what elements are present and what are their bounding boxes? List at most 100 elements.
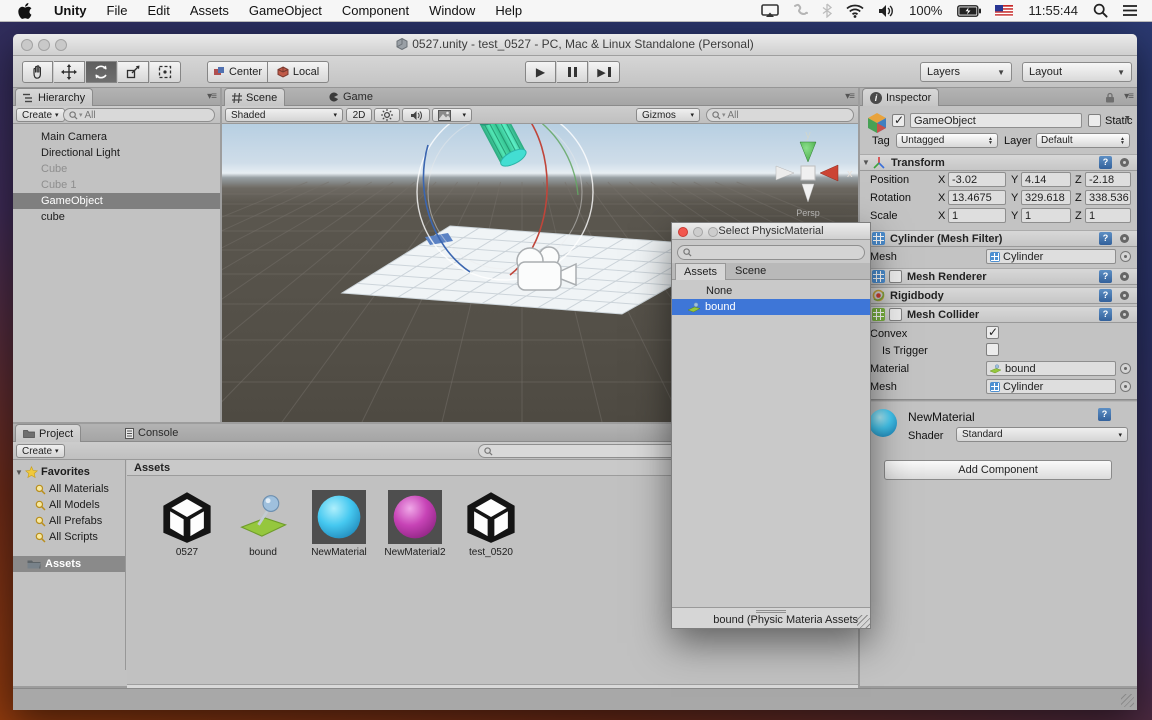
pivot-local-button[interactable]: Local [268, 61, 329, 83]
scale-x-field[interactable]: 1 [948, 208, 1006, 223]
menu-component[interactable]: Component [332, 0, 419, 22]
shader-dropdown[interactable]: Standard ▾ [956, 427, 1128, 442]
add-component-button[interactable]: Add Component [884, 460, 1112, 480]
rigidbody-component-header[interactable]: ▶ Rigidbody ? [860, 287, 1137, 304]
layout-dropdown[interactable]: Layout ▼ [1022, 62, 1132, 82]
mesh-filter-mesh-field[interactable]: Cylinder [986, 249, 1116, 264]
static-checkbox[interactable] [1088, 114, 1101, 127]
scene-panel-menu-icon[interactable]: ▾≡ [845, 91, 855, 102]
position-z-field[interactable]: -2.18 [1085, 172, 1131, 187]
popup-search-input[interactable] [677, 245, 865, 260]
static-dropdown-icon[interactable]: ▼ [1124, 115, 1131, 122]
popup-item-bound[interactable]: bound [672, 299, 870, 315]
asset-bound[interactable]: bound [227, 490, 299, 558]
gear-icon[interactable] [1118, 156, 1131, 169]
menu-window[interactable]: Window [419, 0, 485, 22]
scale-tool-button[interactable] [118, 61, 149, 83]
lock-icon[interactable] [1105, 92, 1115, 103]
is-trigger-checkbox[interactable] [986, 343, 999, 356]
toggle-2d-button[interactable]: 2D [346, 108, 372, 122]
play-button[interactable]: ▶ [525, 61, 556, 83]
scale-z-field[interactable]: 1 [1085, 208, 1131, 223]
mesh-collider-component-header[interactable]: ▼ Mesh Collider ? [860, 306, 1137, 323]
rotation-y-field[interactable]: 329.618 [1021, 190, 1071, 205]
mesh-picker-button[interactable] [1120, 251, 1131, 262]
rotate-tool-button[interactable] [86, 61, 117, 83]
drag-handle[interactable] [756, 612, 786, 613]
popup-close-button[interactable] [678, 227, 688, 237]
favorite-all-scripts[interactable]: All Scripts [13, 529, 125, 545]
hierarchy-item-main-camera[interactable]: Main Camera [13, 129, 220, 145]
step-button[interactable]: ▶ [589, 61, 620, 83]
window-title-bar[interactable]: 0527.unity - test_0527 - PC, Mac & Linux… [13, 34, 1137, 56]
scene-audio-button[interactable] [402, 108, 430, 122]
gameobject-name-field[interactable]: GameObject [910, 113, 1082, 128]
popup-tab-scene[interactable]: Scene [727, 263, 774, 280]
scene-effects-dropdown[interactable]: ▾ [432, 108, 472, 122]
foldout-icon[interactable]: ▼ [13, 468, 25, 477]
material-picker-button[interactable] [1120, 363, 1131, 374]
rect-tool-button[interactable] [150, 61, 181, 83]
favorite-all-materials[interactable]: All Materials [13, 481, 125, 497]
tag-dropdown[interactable]: Untagged ▲ ▼ [896, 133, 998, 148]
hierarchy-item-cube-lower[interactable]: cube [13, 209, 220, 225]
tab-game[interactable]: Game [322, 88, 380, 106]
asset-0527[interactable]: 0527 [151, 490, 223, 558]
tab-project[interactable]: Project [15, 424, 82, 442]
inspector-menu-icon[interactable]: ▾≡ [1124, 91, 1134, 102]
project-create-button[interactable]: Create ▾ [16, 444, 65, 458]
help-icon[interactable]: ? [1099, 289, 1112, 302]
popup-zoom-button[interactable] [708, 227, 718, 237]
menu-gameobject[interactable]: GameObject [239, 0, 332, 22]
convex-checkbox[interactable] [986, 325, 999, 339]
popup-item-none[interactable]: None [672, 283, 870, 299]
tab-console[interactable]: Console [118, 424, 185, 442]
pause-button[interactable] [557, 61, 588, 83]
tab-hierarchy[interactable]: Hierarchy [15, 88, 94, 106]
menu-app-name[interactable]: Unity [44, 0, 97, 22]
hierarchy-item-directional-light[interactable]: Directional Light [13, 145, 220, 161]
gear-icon[interactable] [1118, 232, 1131, 245]
project-search-input[interactable] [478, 444, 678, 458]
collider-mesh-field[interactable]: Cylinder [986, 379, 1116, 394]
menu-help[interactable]: Help [485, 0, 532, 22]
mesh-renderer-component-header[interactable]: ▶ Mesh Renderer ? [860, 268, 1137, 285]
shading-mode-dropdown[interactable]: Shaded ▾ [225, 108, 343, 122]
layers-dropdown[interactable]: Layers ▼ [920, 62, 1012, 82]
position-y-field[interactable]: 4.14 [1021, 172, 1071, 187]
notification-center-icon[interactable] [1122, 4, 1138, 17]
collider-mesh-picker-button[interactable] [1120, 381, 1131, 392]
assets-root-folder[interactable]: Assets [13, 556, 125, 572]
help-icon[interactable]: ? [1099, 308, 1112, 321]
tab-inspector[interactable]: i Inspector [862, 88, 940, 106]
favorite-all-prefabs[interactable]: All Prefabs [13, 513, 125, 529]
menu-assets[interactable]: Assets [180, 0, 239, 22]
material-sphere-preview[interactable] [868, 408, 898, 438]
rotation-x-field[interactable]: 13.4675 [948, 190, 1006, 205]
gear-icon[interactable] [1118, 289, 1131, 302]
popup-tab-assets[interactable]: Assets [675, 263, 727, 280]
menu-clock[interactable]: 11:55:44 [1028, 3, 1078, 18]
hierarchy-item-gameobject[interactable]: GameObject [13, 193, 220, 209]
volume-icon[interactable] [878, 4, 894, 18]
transform-component-header[interactable]: ▼ Transform ? [860, 154, 1137, 171]
help-icon[interactable]: ? [1099, 270, 1112, 283]
foldout-icon[interactable]: ▼ [860, 158, 872, 167]
hierarchy-search-input[interactable]: ▾ All [63, 108, 215, 122]
hierarchy-create-button[interactable]: Create ▾ [16, 108, 65, 122]
mesh-renderer-enabled-checkbox[interactable] [889, 270, 902, 283]
scene-lighting-button[interactable] [374, 108, 400, 122]
menu-edit[interactable]: Edit [137, 0, 179, 22]
spotlight-search-icon[interactable] [1093, 3, 1108, 18]
pivot-center-button[interactable]: Center [207, 61, 268, 83]
asset-newmaterial2[interactable]: NewMaterial2 [379, 490, 451, 558]
scene-search-input[interactable]: ▾ All [706, 108, 854, 122]
help-icon[interactable]: ? [1099, 232, 1112, 245]
move-tool-button[interactable] [54, 61, 85, 83]
apple-menu-icon[interactable] [0, 2, 44, 19]
position-x-field[interactable]: -3.02 [948, 172, 1006, 187]
popup-minimize-button[interactable] [693, 227, 703, 237]
popup-resize-grip[interactable] [857, 615, 870, 628]
layer-dropdown[interactable]: Default ▲ ▼ [1036, 133, 1130, 148]
help-icon[interactable]: ? [1099, 156, 1112, 169]
